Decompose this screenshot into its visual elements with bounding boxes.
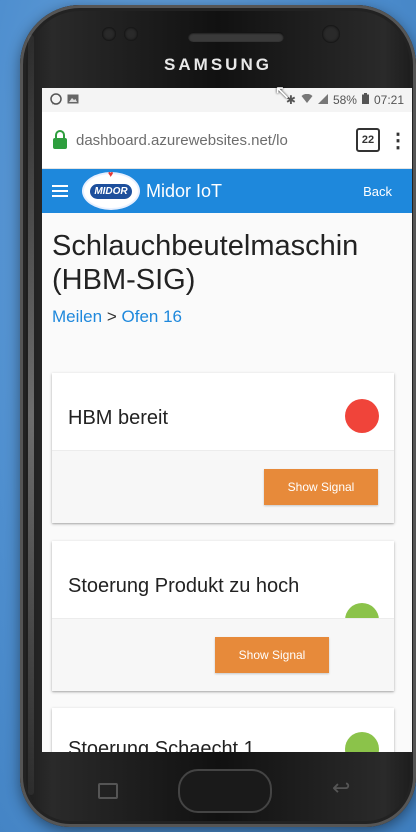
home-button[interactable] (178, 769, 272, 813)
wifi-icon (301, 93, 313, 107)
url-field[interactable]: dashboard.azurewebsites.net/lo (76, 132, 348, 149)
status-bar: ✱ 58% 07:21 (42, 88, 412, 112)
signal-card: Stoerung Produkt zu hoch Show Signal (52, 541, 394, 691)
card-footer: Show Signal (52, 450, 394, 523)
app-title[interactable]: Midor IoT (146, 181, 363, 202)
browser-url-bar: dashboard.azurewebsites.net/lo 22 ⋮ (42, 112, 412, 169)
card-title: Stoerung Produkt zu hoch (68, 575, 300, 597)
brand-logo: SAMSUNG (164, 55, 272, 74)
earpiece-speaker (188, 32, 284, 42)
sensor-dot (102, 27, 116, 41)
signal-card: Stoerung Schaecht 1 (52, 708, 394, 752)
battery-percent: 58% (332, 93, 357, 107)
page-title: Schlauchbeutelmaschin (HBM-SIG) (42, 213, 412, 297)
breadcrumb-current-link[interactable]: Ofen 16 (122, 307, 183, 326)
breadcrumb: Meilen > Ofen 16 (42, 297, 412, 327)
status-indicator-red (345, 399, 379, 433)
status-indicator-green (345, 732, 379, 752)
card-footer: Show Signal (52, 618, 394, 691)
signal-icon (317, 93, 328, 107)
breadcrumb-separator: > (106, 307, 117, 326)
back-link[interactable]: Back (363, 184, 392, 199)
midor-logo[interactable]: ♥ MIDOR (82, 169, 140, 210)
clock: 07:21 (373, 93, 404, 107)
image-icon (67, 93, 79, 107)
card-title: HBM bereit (68, 407, 169, 429)
back-nav-icon[interactable]: ↩ (332, 775, 350, 801)
recent-apps-icon[interactable] (98, 783, 118, 799)
phone-edge-highlight (28, 35, 34, 795)
hamburger-menu-icon[interactable] (52, 185, 68, 197)
logo-text: MIDOR (90, 183, 132, 199)
phone-screen: ✱ 58% 07:21 dashboard.azurewebsites.net/… (42, 88, 412, 752)
sensor-dot (124, 27, 138, 41)
card-title: Stoerung Schaecht 1 (68, 738, 255, 752)
app-navbar: ♥ MIDOR Midor IoT Back (42, 169, 412, 213)
show-signal-button[interactable]: Show Signal (264, 469, 378, 505)
page-title-line2: (HBM-SIG) (52, 264, 196, 296)
tab-switcher-button[interactable]: 22 (356, 128, 380, 152)
browser-menu-button[interactable]: ⋮ (388, 128, 408, 153)
mouse-cursor-icon: ↖ (274, 82, 291, 104)
breadcrumb-parent-link[interactable]: Meilen (52, 307, 102, 326)
lock-icon (52, 130, 68, 150)
show-signal-button[interactable]: Show Signal (215, 637, 329, 673)
whatsapp-icon (50, 92, 62, 108)
battery-icon (361, 93, 369, 107)
signal-card: HBM bereit Show Signal (52, 373, 394, 523)
page-title-line1: Schlauchbeutelmaschin (52, 230, 359, 262)
heart-icon: ♥ (108, 169, 114, 179)
front-camera (322, 25, 340, 43)
